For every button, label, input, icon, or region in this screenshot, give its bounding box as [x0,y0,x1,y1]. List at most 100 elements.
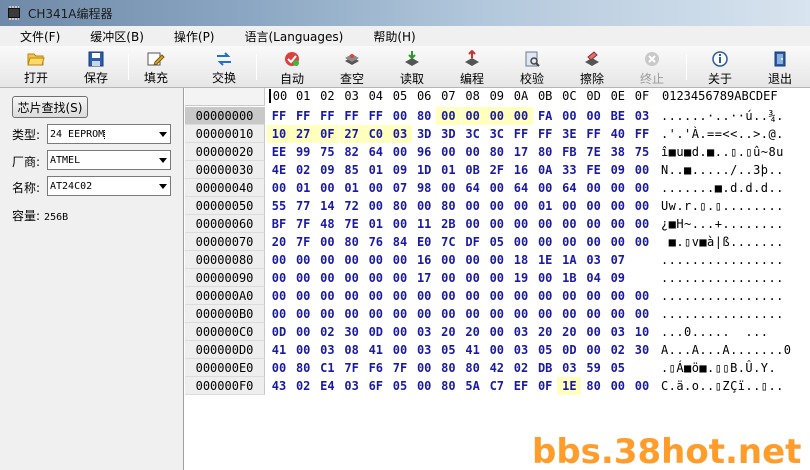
hex-byte[interactable]: 41 [267,341,291,359]
hex-byte[interactable]: 98 [412,179,436,197]
hex-byte[interactable]: 00 [557,233,581,251]
hex-byte[interactable]: 00 [364,305,388,323]
hex-byte[interactable]: 42 [485,359,509,377]
hex-byte[interactable]: 02 [509,359,533,377]
hex-byte[interactable]: 00 [485,215,509,233]
ascii-text[interactable]: N..■...../..3þ.. [661,161,784,179]
hex-byte[interactable]: 00 [582,233,606,251]
hex-byte[interactable]: 00 [412,359,436,377]
hex-byte[interactable]: 00 [412,287,436,305]
hex-byte[interactable]: 80 [461,359,485,377]
hex-byte[interactable]: 09 [388,161,412,179]
hex-byte[interactable]: 16 [412,251,436,269]
hex-byte[interactable]: 80 [340,233,364,251]
hex-byte[interactable]: 80 [533,143,557,161]
hex-byte[interactable]: 00 [485,287,509,305]
hex-byte[interactable]: FF [509,125,533,143]
hex-byte[interactable]: 00 [291,251,315,269]
hex-byte[interactable]: 00 [340,251,364,269]
hex-byte[interactable]: 00 [267,269,291,287]
hex-byte[interactable]: 30 [340,323,364,341]
hex-byte[interactable]: C7 [485,377,509,395]
hex-byte[interactable]: 2F [485,161,509,179]
hex-byte[interactable]: 6F [364,377,388,395]
hex-editor[interactable]: 0123456789ABCDEF 00 01 02 03 04 05 06 07 08 09 0A 0… [185,88,810,470]
hex-byte[interactable]: 41 [364,341,388,359]
chevron-down-icon[interactable] [156,177,170,195]
ascii-text[interactable]: ................ [661,269,784,287]
hex-byte[interactable]: 3C [485,125,509,143]
hex-row[interactable]: 000000C0 0D 00 02 30 0D 00 03 20 20 00 03 20 20 00 03 10… [185,323,810,341]
hex-byte[interactable]: 38 [606,143,630,161]
hex-byte[interactable]: 00 [509,215,533,233]
hex-byte[interactable]: E0 [412,233,436,251]
read-button[interactable]: 读取 [384,48,440,86]
hex-byte[interactable]: 03 [412,323,436,341]
hex-byte[interactable]: 00 [606,215,630,233]
hex-byte[interactable]: 1D [412,161,436,179]
hex-byte[interactable]: 20 [557,323,581,341]
hex-byte[interactable]: 00 [557,197,581,215]
hex-byte[interactable]: 01 [340,179,364,197]
hex-byte[interactable]: 20 [436,323,460,341]
hex-byte[interactable]: 00 [291,323,315,341]
hex-byte[interactable]: 00 [291,269,315,287]
hex-byte[interactable]: C0 [363,125,388,143]
hex-byte[interactable]: 00 [267,179,291,197]
hex-byte[interactable]: 01 [291,179,315,197]
hex-byte[interactable]: FF [291,107,315,125]
hex-byte[interactable]: 00 [485,341,509,359]
hex-byte[interactable]: 00 [509,197,533,215]
hex-byte[interactable]: 20 [267,233,291,251]
hex-byte[interactable]: 80 [412,107,436,125]
hex-byte[interactable]: 00 [436,287,460,305]
hex-byte[interactable]: 00 [291,305,315,323]
ascii-text[interactable]: ■.▯v■à|ß....... [661,233,784,251]
hex-byte[interactable]: 00 [582,215,606,233]
hex-byte[interactable]: 02 [606,341,630,359]
hex-byte[interactable]: 0D [557,341,581,359]
chip-search-button[interactable]: 芯片查找(S) [12,96,88,118]
hex-byte[interactable]: 07 [606,251,630,269]
hex-byte[interactable]: 03 [412,341,436,359]
hex-byte[interactable]: 01 [364,161,388,179]
hex-byte[interactable]: 00 [412,377,436,395]
hex-byte[interactable]: 05 [388,377,412,395]
hex-byte[interactable]: 7E [340,215,364,233]
name-select[interactable]: AT24C02 [47,176,171,196]
auto-button[interactable]: 自动 [264,48,320,86]
hex-byte[interactable]: EF [509,377,533,395]
hex-byte[interactable]: 00 [436,269,460,287]
hex-byte[interactable]: 85 [340,161,364,179]
hex-byte[interactable]: 00 [315,269,339,287]
ascii-text[interactable]: ......·..··ú..¾. [661,107,784,125]
hex-byte[interactable]: 00 [582,323,606,341]
hex-byte[interactable]: 03 [315,341,339,359]
hex-byte[interactable]: 00 [412,305,436,323]
hex-byte[interactable]: 00 [630,179,654,197]
hex-byte[interactable]: 00 [485,323,509,341]
hex-byte[interactable]: 03 [509,323,533,341]
ascii-text[interactable]: Uw.r.▯.▯........ [661,197,784,215]
hex-byte[interactable]: 4E [267,161,291,179]
hex-byte[interactable]: 10 [630,323,654,341]
hex-row[interactable]: 00000030 4E 02 09 85 01 09 1D 01 0B 2F 16 0A 33 FE 09 00… [185,161,810,179]
hex-byte[interactable]: 0B [461,161,485,179]
hex-byte[interactable]: 00 [291,341,315,359]
hex-row[interactable]: 00000090 00 00 00 00 00 00 17 00 00 00 19 00 1B 04 09..… [185,269,810,287]
ascii-text[interactable]: .▯Á■ö■.▯▯B.Û.Y. [661,359,776,377]
hex-byte[interactable]: 00 [485,179,509,197]
hex-byte[interactable]: DF [461,233,485,251]
hex-byte[interactable]: 00 [388,323,412,341]
hex-byte[interactable]: 03 [557,359,581,377]
hex-row[interactable]: 00000080 00 00 00 00 00 00 16 00 00 00 18 1E 1A 03 07..… [185,251,810,269]
hex-byte[interactable]: 00 [364,251,388,269]
hex-byte[interactable]: 7F [340,359,364,377]
hex-byte[interactable]: 00 [606,197,630,215]
hex-byte[interactable]: 80 [485,143,509,161]
hex-byte[interactable]: 64 [557,179,581,197]
hex-byte[interactable]: 00 [630,215,654,233]
menu-operation[interactable]: 操作(P) [164,28,225,45]
hex-byte[interactable]: FE [582,161,606,179]
hex-byte[interactable]: 0F [533,377,557,395]
